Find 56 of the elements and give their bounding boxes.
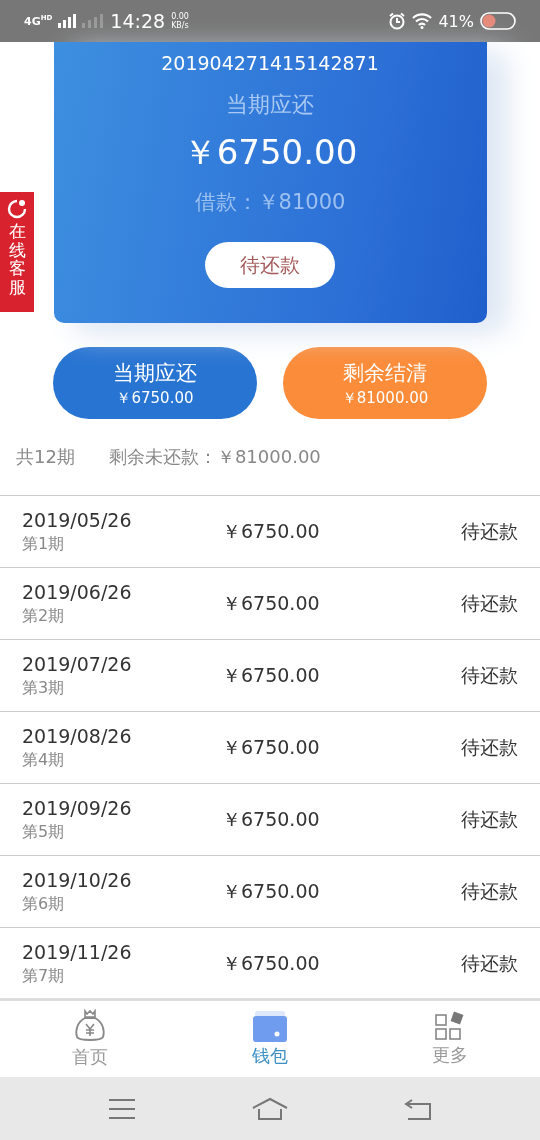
payment-status: 待还款 [461, 734, 518, 760]
signal-icon [58, 14, 77, 28]
period-label: 第2期 [22, 605, 66, 627]
period-count: 共12期 [16, 445, 75, 469]
network-speed: 0.00 KB/s [171, 12, 189, 30]
period-label: 第4期 [22, 749, 66, 771]
installment-amount: ￥6750.00 [222, 662, 321, 688]
installment-amount: ￥6750.00 [222, 590, 321, 616]
period-label: 第1期 [22, 533, 66, 555]
installment-amount: ￥6750.00 [222, 950, 321, 976]
due-date: 2019/11/26 [22, 940, 133, 963]
tab-item[interactable]: 更多 [360, 1001, 540, 1077]
installment-amount: ￥6750.00 [222, 734, 321, 760]
installment-amount: ￥6750.00 [222, 806, 321, 832]
signal-icon [82, 14, 105, 28]
period-label: 第3期 [22, 677, 66, 699]
battery-icon [480, 12, 516, 30]
menu-icon[interactable] [108, 1097, 136, 1120]
due-date: 2019/09/26 [22, 796, 133, 819]
status-button[interactable]: 待还款 [205, 242, 335, 288]
home-icon[interactable] [252, 1096, 288, 1121]
battery-percent: 41% [438, 11, 474, 31]
repay-button[interactable]: 剩余结清 ￥81000.00 [283, 347, 487, 419]
due-date: 2019/05/26 [22, 508, 133, 531]
payment-status: 待还款 [461, 518, 518, 544]
period-label: 第5期 [22, 821, 66, 843]
alarm-icon [388, 12, 407, 30]
back-icon[interactable] [404, 1097, 432, 1120]
due-amount: ￥6750.00 [182, 131, 358, 174]
grid-icon [434, 1011, 466, 1041]
network-label: 4G$^{HD}$ [24, 14, 53, 28]
remaining-balance: 剩余未还款：￥81000.00 [108, 445, 321, 469]
installment-amount: ￥6750.00 [222, 518, 321, 544]
period-label: 第6期 [22, 893, 66, 915]
payment-status: 待还款 [461, 878, 518, 904]
customer-service-tab[interactable]: 在线客服 [0, 192, 34, 312]
tab-item[interactable]: 首页 [0, 1001, 180, 1077]
tab-item[interactable]: 钱包 [180, 1001, 360, 1077]
period-label: 第7期 [22, 965, 66, 987]
payment-status: 待还款 [461, 590, 518, 616]
loan-amount: 借款：￥81000 [194, 189, 346, 216]
due-label: 当期应还 [226, 91, 314, 119]
repay-button[interactable]: 当期应还 ￥6750.00 [53, 347, 257, 419]
installment-amount: ￥6750.00 [222, 878, 321, 904]
payment-status: 待还款 [461, 806, 518, 832]
money-bag-icon [72, 1009, 108, 1043]
due-date: 2019/06/26 [22, 580, 133, 603]
wifi-icon [412, 13, 433, 29]
clock-time: 14:28 [110, 10, 166, 32]
payment-status: 待还款 [461, 950, 518, 976]
payment-status: 待还款 [461, 662, 518, 688]
wallet-icon [252, 1010, 288, 1042]
due-date: 2019/08/26 [22, 724, 133, 747]
due-date: 2019/10/26 [22, 868, 133, 891]
due-date: 2019/07/26 [22, 652, 133, 675]
order-number: 201904271415142871 [161, 52, 379, 74]
